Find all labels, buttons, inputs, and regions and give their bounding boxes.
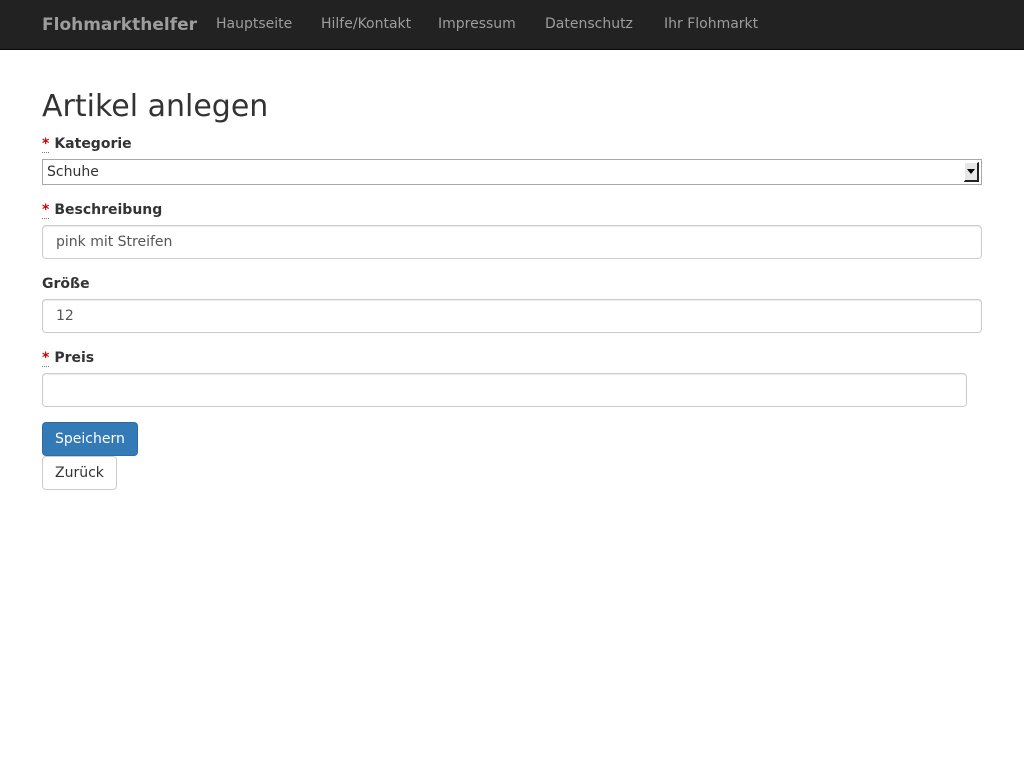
nav-link-impressum[interactable]: Impressum <box>438 15 516 33</box>
back-button[interactable]: Zurück <box>42 456 117 490</box>
preis-input[interactable] <box>42 373 967 407</box>
brand-link[interactable]: Flohmarkthelfer <box>42 14 197 36</box>
groesse-input[interactable]: 12 <box>42 299 982 333</box>
kategorie-label: * Kategorie <box>42 135 132 153</box>
required-marker: * <box>42 202 50 219</box>
preis-label: * Preis <box>42 349 94 367</box>
beschreibung-label: * Beschreibung <box>42 201 162 219</box>
brand-name-part: Flohmarkt <box>42 15 141 35</box>
kategorie-selected-value: Schuhe <box>47 164 99 180</box>
preis-label-text: Preis <box>54 350 95 366</box>
required-marker: * <box>42 350 50 367</box>
save-button[interactable]: Speichern <box>42 422 138 456</box>
nav-link-hilfe-kontakt[interactable]: Hilfe/Kontakt <box>321 15 411 33</box>
nav-link-hauptseite[interactable]: Hauptseite <box>216 15 292 33</box>
groesse-value: 12 <box>56 308 74 324</box>
beschreibung-value: pink mit Streifen <box>56 234 173 250</box>
kategorie-label-text: Kategorie <box>54 136 132 152</box>
nav-link-datenschutz[interactable]: Datenschutz <box>545 15 633 33</box>
top-navbar: Flohmarkthelfer Hauptseite Hilfe/Kontakt… <box>0 0 1024 50</box>
groesse-label-text: Größe <box>42 276 90 292</box>
beschreibung-label-text: Beschreibung <box>54 202 163 218</box>
page-title: Artikel anlegen <box>42 89 269 124</box>
chevron-down-icon[interactable] <box>964 162 979 182</box>
required-marker: * <box>42 136 50 153</box>
kategorie-select[interactable]: Schuhe <box>42 159 982 185</box>
nav-link-ihr-flohmarkt[interactable]: Ihr Flohmarkt <box>664 15 758 33</box>
brand-name-bold-part: helfer <box>140 15 198 35</box>
beschreibung-input[interactable]: pink mit Streifen <box>42 225 982 259</box>
groesse-label: Größe <box>42 275 90 293</box>
